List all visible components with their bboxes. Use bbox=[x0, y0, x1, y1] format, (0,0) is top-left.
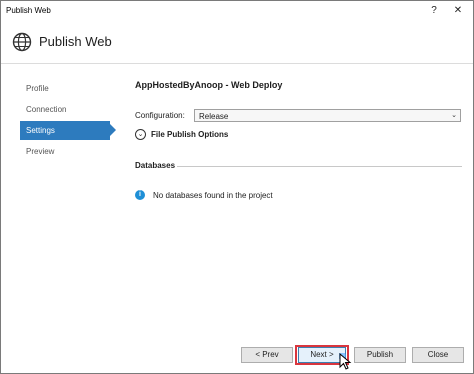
help-button[interactable]: ? bbox=[425, 3, 443, 19]
close-button[interactable]: Close bbox=[412, 347, 464, 363]
publish-web-dialog: Publish Web ? ✕ Publish Web Profile Conn… bbox=[0, 0, 474, 374]
title-bar: Publish Web ? ✕ bbox=[1, 1, 473, 21]
configuration-label: Configuration: bbox=[135, 111, 185, 120]
databases-heading: Databases bbox=[135, 161, 176, 170]
profile-title: AppHostedByAnoop - Web Deploy bbox=[135, 80, 283, 90]
globe-icon bbox=[12, 32, 32, 52]
publish-button[interactable]: Publish bbox=[354, 347, 406, 363]
dialog-header: Publish Web bbox=[1, 21, 473, 64]
configuration-select[interactable]: Release ⌄ bbox=[194, 109, 461, 122]
nav-item-settings[interactable]: Settings bbox=[20, 121, 116, 140]
nav-item-connection[interactable]: Connection bbox=[20, 100, 110, 119]
window-title: Publish Web bbox=[6, 6, 51, 15]
close-window-button[interactable]: ✕ bbox=[449, 3, 467, 19]
expand-circle-icon: ⌄ bbox=[135, 129, 146, 140]
chevron-down-icon: ⌄ bbox=[451, 112, 457, 119]
mouse-cursor-icon bbox=[339, 353, 352, 370]
file-publish-options-label: File Publish Options bbox=[151, 130, 229, 139]
divider bbox=[177, 166, 462, 167]
prev-button[interactable]: < Prev bbox=[241, 347, 293, 363]
wizard-nav: Profile Connection Settings Preview bbox=[20, 79, 116, 163]
nav-item-profile[interactable]: Profile bbox=[20, 79, 110, 98]
no-databases-message: No databases found in the project bbox=[153, 191, 273, 200]
info-icon: i bbox=[135, 190, 145, 200]
nav-item-preview[interactable]: Preview bbox=[20, 142, 110, 161]
configuration-value: Release bbox=[199, 112, 229, 121]
header-title: Publish Web bbox=[39, 34, 112, 49]
